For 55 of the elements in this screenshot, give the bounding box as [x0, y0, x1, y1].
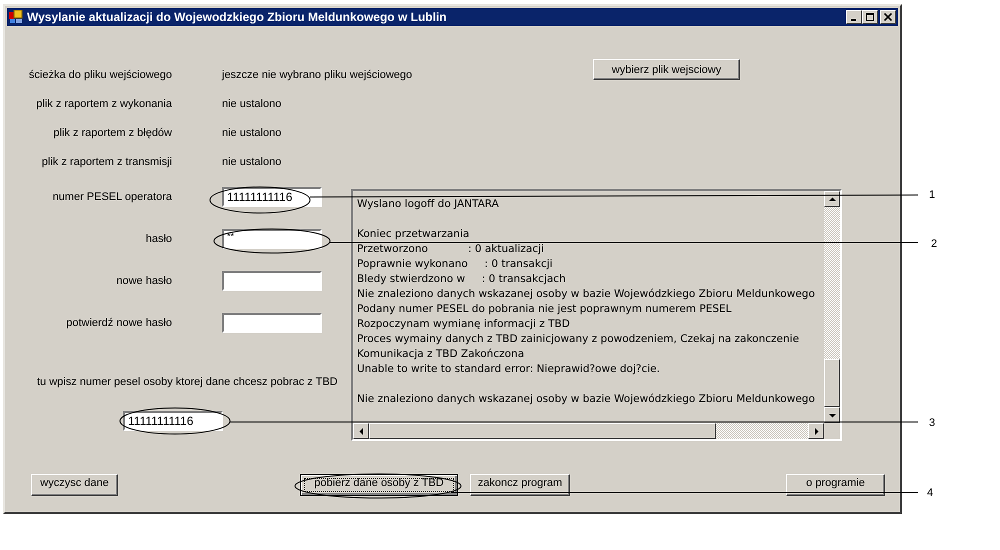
log-line: Proces wymainy danych z TBD zainicjowany z powodzeniem, Czekaj na zakonczenie	[357, 333, 800, 345]
callout-number: 4	[927, 487, 934, 499]
scroll-left-button[interactable]	[353, 423, 369, 439]
callout-number: 3	[929, 417, 936, 429]
field-label: hasło	[144, 233, 172, 245]
scroll-down-button[interactable]	[824, 407, 840, 423]
action-button[interactable]: zakoncz program	[470, 474, 570, 496]
triangle-icon	[812, 428, 820, 434]
minimize-button[interactable]	[846, 10, 862, 24]
password-field[interactable]: **	[222, 229, 322, 249]
log-line: Wyslano logoff do JANTARA	[357, 198, 499, 210]
field-value: nie ustalono	[222, 156, 282, 168]
field-label: plik z raportem z wykonania	[35, 98, 172, 110]
input-field[interactable]: 11111111116	[222, 187, 322, 207]
input-field[interactable]: 11111111116	[123, 411, 223, 431]
input-field[interactable]	[222, 271, 322, 291]
log-line: Poprawnie wykonano : 0 transakcji	[357, 258, 553, 270]
triangle-icon	[358, 428, 364, 434]
log-line: Nie znaleziono danych wskazanej osoby w bazie Wojewódzkiego Zbioru Meldunkowego	[357, 393, 815, 405]
action-button[interactable]: wyczysc dane	[31, 474, 118, 496]
scroll-right-button[interactable]	[808, 423, 824, 439]
field-label: plik z raportem z transmisji	[40, 156, 172, 168]
maximize-button[interactable]	[862, 10, 878, 24]
action-button[interactable]: o programie	[786, 474, 885, 496]
scrollbar-thumb[interactable]	[369, 423, 716, 439]
field-value: jeszcze nie wybrano pliku wejściowego	[222, 68, 414, 80]
field-value: nie ustalono	[222, 126, 282, 138]
triangle-icon	[828, 196, 836, 202]
log-line: Koniec przetwarzania	[357, 228, 470, 240]
log-line: Podany numer PESEL do pobrania nie jest poprawnym numerem PESEL	[357, 303, 732, 315]
close-button[interactable]	[880, 10, 896, 24]
log-line: Nie znaleziono danych wskazanej osoby w bazie Wojewódzkiego Zbioru Meldunkowego	[357, 288, 815, 300]
app-icon	[9, 10, 23, 24]
callout-number: 1	[929, 189, 936, 201]
log-line: Przetworzono : 0 aktualizacji	[357, 243, 544, 255]
triangle-icon	[828, 412, 836, 418]
field-label: tu wpisz numer pesel osoby ktorej dane chcesz pobrac z TBD	[37, 375, 339, 389]
scrollbar-thumb[interactable]	[824, 359, 840, 407]
maximize-icon	[866, 13, 874, 21]
field-label: plik z raportem z błędów	[52, 126, 172, 138]
window-title: Wysylanie aktualizacji do Wojewodzkiego Zbioru Meldunkowego w Lublin	[27, 10, 448, 24]
log-line: Komunikacja z TBD Zakończona	[357, 348, 524, 360]
log-line: Unable to write to standard error: Nieprawid?owe doj?cie.	[357, 363, 660, 375]
scroll-up-button[interactable]	[824, 191, 840, 207]
input-field[interactable]	[222, 313, 322, 333]
close-icon	[884, 13, 892, 21]
field-label: potwierdź nowe hasło	[65, 317, 172, 329]
field-value: nie ustalono	[222, 98, 282, 110]
field-label: ścieżka do pliku wejściowego	[28, 68, 172, 80]
log-line: Bledy stwierdzono w : 0 transakcjach	[357, 273, 566, 285]
log-line: Rozpoczynam wymianę informacji z TBD	[357, 318, 570, 330]
callout-number: 2	[931, 238, 938, 250]
field-label: numer PESEL operatora	[52, 191, 172, 203]
choose-file-button[interactable]: wybierz plik wejsciowy	[593, 59, 740, 80]
field-label: nowe hasło	[115, 275, 172, 287]
